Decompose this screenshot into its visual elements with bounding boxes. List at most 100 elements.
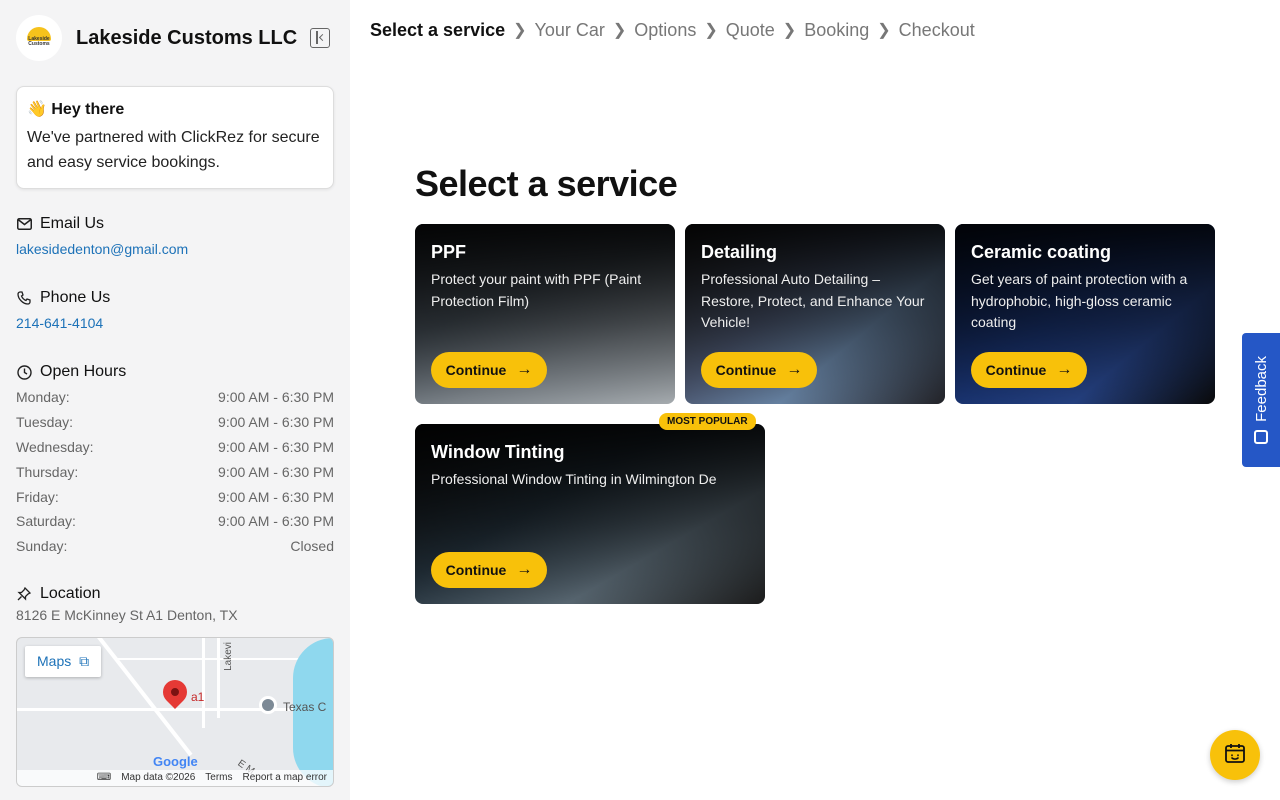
hours-row-thursday: Thursday: 9:00 AM - 6:30 PM (16, 459, 334, 484)
service-card-ceramic-coating[interactable]: Ceramic coating Get years of paint prote… (955, 224, 1215, 404)
phone-heading: Phone Us (40, 289, 111, 306)
map-road-label: Lakevi (223, 641, 234, 671)
most-popular-badge: MOST POPULAR (659, 413, 756, 430)
greeting-card: 👋 Hey there We've partnered with ClickRe… (16, 86, 334, 189)
keyboard-icon[interactable]: ⌨ (97, 772, 111, 783)
feedback-label: Feedback (1252, 356, 1270, 422)
hours-day: Monday: (16, 389, 70, 406)
continue-button[interactable]: Continue → (431, 352, 547, 388)
service-title: PPF (431, 242, 467, 262)
map-footer: ⌨ Map data ©2026 Terms Report a map erro… (17, 769, 333, 786)
service-title: Window Tinting (431, 442, 565, 462)
hours-time: 9:00 AM - 6:30 PM (218, 414, 334, 431)
breadcrumb-quote: Quote (725, 19, 775, 40)
pin-icon (16, 586, 32, 602)
hours-row-monday: Monday: 9:00 AM - 6:30 PM (16, 385, 334, 410)
collapse-sidebar-icon[interactable] (310, 28, 330, 48)
hours-day: Friday: (16, 488, 59, 505)
service-card-ppf[interactable]: PPF Protect your paint with PPF (Paint P… (415, 224, 675, 404)
card-content: Window Tinting Professional Window Tinti… (431, 442, 751, 491)
map-road (117, 657, 317, 660)
brand-name: Lakeside Customs LLC (76, 26, 298, 49)
hours-day: Saturday: (16, 513, 76, 530)
map-pin-icon[interactable] (158, 674, 192, 709)
feedback-icon (1254, 429, 1268, 444)
hours-time: 9:00 AM - 6:30 PM (218, 488, 334, 505)
hours-time: 9:00 AM - 6:30 PM (218, 438, 334, 455)
map-report-error-link[interactable]: Report a map error (243, 772, 327, 783)
brand-logo: Lakeside Customs (16, 15, 62, 61)
service-description: Get years of paint protection with a hyd… (971, 271, 1188, 330)
hours-row-sunday: Sunday: Closed (16, 534, 334, 559)
greeting-body: We've partnered with ClickRez for secure… (27, 129, 320, 171)
hours-time: 9:00 AM - 6:30 PM (218, 389, 334, 406)
hours-row-saturday: Saturday: 9:00 AM - 6:30 PM (16, 509, 334, 534)
map-poi-icon[interactable] (259, 695, 277, 714)
hours-day: Wednesday: (16, 438, 94, 455)
hours-time: 9:00 AM - 6:30 PM (218, 513, 334, 530)
google-logo: Google (153, 753, 198, 769)
arrow-right-icon: → (1056, 361, 1073, 378)
card-content: Detailing Professional Auto Detailing – … (701, 242, 931, 334)
hours-row-tuesday: Tuesday: 9:00 AM - 6:30 PM (16, 410, 334, 435)
chevron-right-icon: ❯ (877, 22, 891, 39)
map-pin-label: a1 (191, 689, 205, 704)
hours-time: 9:00 AM - 6:30 PM (218, 463, 334, 480)
breadcrumb: Select a service ❯ Your Car ❯ Options ❯ … (370, 18, 975, 42)
email-heading: Email Us (40, 215, 105, 232)
breadcrumb-options: Options (634, 19, 697, 40)
hours-row-wednesday: Wednesday: 9:00 AM - 6:30 PM (16, 435, 334, 460)
chevron-right-icon: ❯ (782, 22, 797, 39)
hours-heading: Open Hours (40, 363, 127, 380)
location-heading: Location (40, 584, 101, 602)
continue-button[interactable]: Continue → (971, 352, 1087, 388)
map-road (202, 637, 205, 728)
clock-icon (16, 364, 32, 380)
chevron-right-icon: ❯ (513, 22, 527, 39)
location-map[interactable]: Maps ⧉ Lakevi a1 Texas C E M Google ⌨ Ma… (16, 636, 334, 787)
feedback-tab[interactable]: Feedback (1242, 333, 1280, 467)
mail-icon (16, 216, 32, 232)
arrow-right-icon: → (516, 361, 533, 378)
hours-time: Closed (290, 538, 334, 555)
breadcrumb-your-car: Your Car (534, 19, 605, 40)
continue-button[interactable]: Continue → (431, 552, 547, 588)
maps-button-label: Maps (37, 652, 72, 669)
email-link[interactable]: lakesidedenton@gmail.com (16, 241, 188, 257)
hours-day: Thursday: (16, 463, 79, 480)
phone-section: Phone Us 214-641-4104 (16, 289, 334, 333)
brand-header: Lakeside Customs Lakeside Customs LLC (16, 0, 334, 76)
card-content: Ceramic coating Get years of paint prote… (971, 242, 1201, 334)
map-terms-link[interactable]: Terms (205, 772, 232, 783)
location-address: 8126 E McKinney St A1 Denton, TX (16, 606, 238, 623)
map-data-label: Map data ©2026 (121, 772, 196, 784)
page-title: Select a service (415, 163, 678, 204)
greeting-title: 👋 Hey there (27, 101, 125, 118)
calendar-booking-button[interactable] (1210, 730, 1260, 780)
arrow-right-icon: → (786, 361, 803, 378)
card-content: PPF Protect your paint with PPF (Paint P… (431, 242, 661, 312)
map-road (217, 637, 220, 718)
hours-section: Open Hours Monday: 9:00 AM - 6:30 PM Tues… (16, 363, 334, 559)
location-section: Location 8126 E McKinney St A1 Denton, T… (16, 585, 334, 787)
map-poi-label: Texas C (283, 699, 327, 714)
service-card-detailing[interactable]: Detailing Professional Auto Detailing – … (685, 224, 945, 404)
hours-row-friday: Friday: 9:00 AM - 6:30 PM (16, 484, 334, 509)
continue-label: Continue (445, 362, 507, 378)
breadcrumb-select-service[interactable]: Select a service (370, 20, 505, 41)
email-section: Email Us lakesidedenton@gmail.com (16, 215, 334, 259)
phone-link[interactable]: 214-641-4104 (16, 315, 103, 331)
location-heading-row: Location (16, 585, 334, 603)
phone-icon (16, 290, 32, 306)
open-maps-button[interactable]: Maps ⧉ (25, 645, 102, 677)
continue-label: Continue (445, 562, 507, 578)
chevron-right-icon: ❯ (704, 22, 718, 39)
external-link-icon: ⧉ (79, 652, 90, 669)
hours-list: Monday: 9:00 AM - 6:30 PM Tuesday: 9:00 AM… (16, 385, 334, 559)
continue-label: Continue (715, 362, 777, 378)
email-heading-row: Email Us (16, 215, 334, 233)
breadcrumb-booking: Booking (804, 19, 870, 40)
calendar-icon (1224, 742, 1246, 769)
service-card-window-tinting[interactable]: Window Tinting Professional Window Tinti… (415, 424, 765, 604)
continue-button[interactable]: Continue → (701, 352, 817, 388)
